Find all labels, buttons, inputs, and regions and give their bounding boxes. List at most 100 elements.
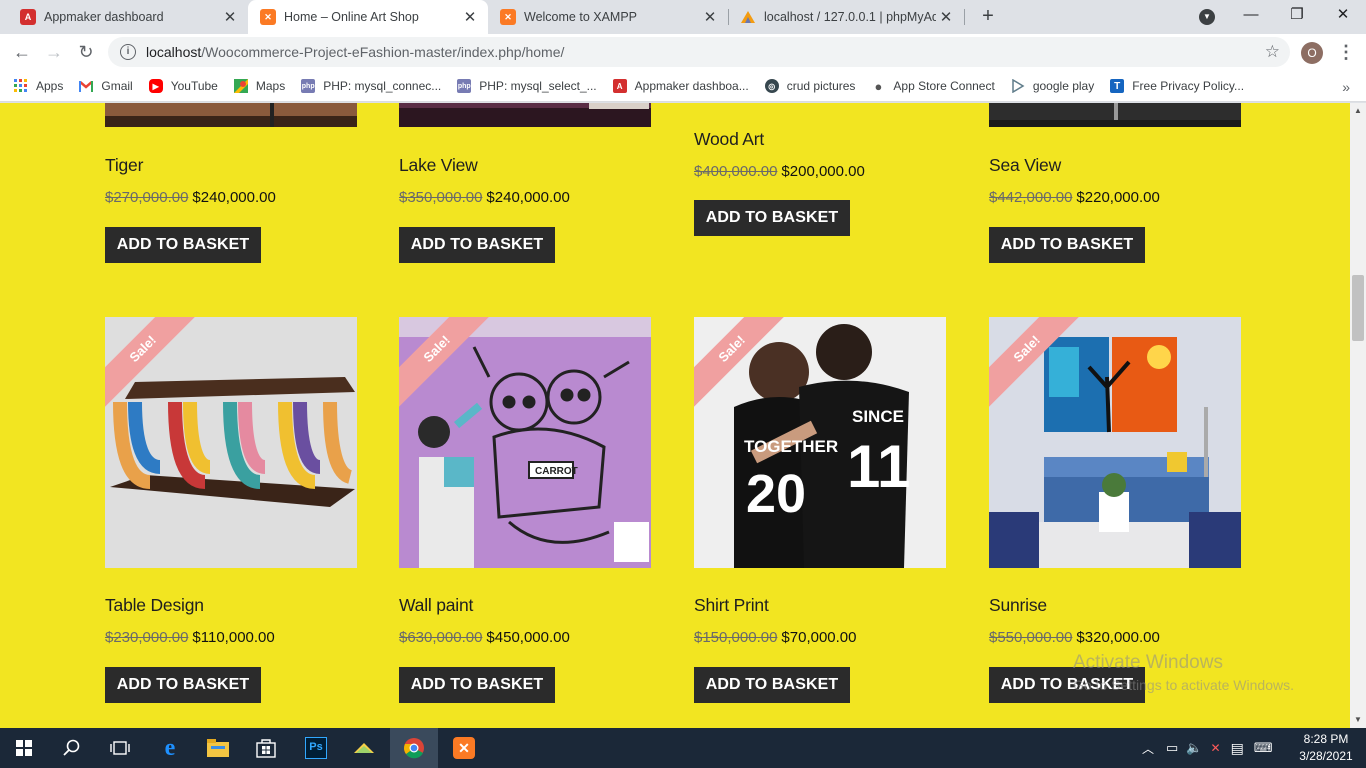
product-image-table-design[interactable]: Sale! — [105, 317, 357, 568]
product-price: $230,000.00 $110,000.00 — [105, 629, 275, 646]
product-name[interactable]: Wall paint — [399, 595, 473, 616]
product-image-tiger[interactable] — [105, 103, 357, 127]
search-icon[interactable] — [48, 728, 96, 768]
url-path: /Woocommerce-Project-eFashion-master/ind… — [201, 44, 565, 60]
apps-grid-icon — [14, 79, 28, 93]
tab-search-icon[interactable]: ▼ — [1199, 9, 1215, 25]
battery-icon[interactable]: ▭ — [1166, 740, 1178, 756]
sale-price: $200,000.00 — [781, 163, 865, 180]
bookmark-app-store-connect[interactable]: ● App Store Connect — [871, 79, 994, 94]
add-to-basket-button[interactable]: ADD TO BASKET — [399, 667, 555, 703]
windows-start-icon[interactable] — [0, 728, 48, 768]
scrollbar-thumb[interactable] — [1352, 275, 1364, 341]
reload-icon[interactable]: ↻ — [72, 38, 100, 66]
add-to-basket-button[interactable]: ADD TO BASKET — [989, 227, 1145, 263]
google-play-icon — [1011, 79, 1025, 93]
bookmark-php-connect[interactable]: php PHP: mysql_connec... — [301, 79, 441, 93]
system-tray: ︿ ▭ 🔈 ✕ ▤ ⌨ — [1142, 728, 1273, 768]
sticky-app-icon[interactable] — [340, 728, 388, 768]
window-close-button[interactable]: ✕ — [1320, 0, 1366, 32]
edge-browser-icon[interactable]: e — [146, 728, 194, 768]
add-to-basket-button[interactable]: ADD TO BASKET — [694, 667, 850, 703]
new-tab-button[interactable]: + — [976, 4, 1000, 28]
bookmark-label: crud pictures — [786, 79, 856, 93]
restore-button[interactable]: ❐ — [1274, 0, 1320, 32]
close-icon[interactable]: ✕ — [700, 8, 720, 26]
chevron-up-icon[interactable]: ︿ — [1142, 740, 1154, 757]
volume-icon[interactable]: 🔈 — [1186, 740, 1202, 756]
profile-avatar[interactable]: O — [1301, 42, 1323, 64]
add-to-basket-button[interactable]: ADD TO BASKET — [105, 227, 261, 263]
product-price: $150,000.00 $70,000.00 — [694, 629, 857, 646]
tab-online-art-shop[interactable]: ✕ Home – Online Art Shop ✕ — [248, 0, 488, 34]
product-image-shirt-print[interactable]: TOGETHER 20 SINCE 11 Sale! — [694, 317, 946, 568]
browser-menu-icon[interactable]: ⋮ — [1334, 39, 1358, 65]
clock-date: 3/28/2021 — [1299, 749, 1353, 763]
bookmark-free-privacy-policy[interactable]: T Free Privacy Policy... — [1110, 79, 1244, 93]
tab-welcome-xampp[interactable]: ✕ Welcome to XAMPP ✕ — [488, 0, 728, 34]
close-icon[interactable]: ✕ — [936, 8, 956, 26]
product-name[interactable]: Wood Art — [694, 129, 764, 150]
product-name[interactable]: Sea View — [989, 155, 1061, 176]
bookmark-google-play[interactable]: google play — [1011, 79, 1094, 93]
product-price: $400,000.00 $200,000.00 — [694, 163, 865, 180]
close-icon[interactable]: ✕ — [220, 8, 240, 26]
xampp-icon[interactable]: ✕ — [440, 728, 488, 768]
tab-phpmyadmin[interactable]: localhost / 127.0.0.1 | phpMyAdm ✕ — [728, 0, 964, 34]
product-image-lake-view[interactable] — [399, 103, 651, 127]
scroll-up-arrow-icon[interactable]: ▲ — [1350, 103, 1366, 119]
product-price: $550,000.00 $320,000.00 — [989, 629, 1160, 646]
bookmark-star-icon[interactable]: ☆ — [1265, 42, 1280, 62]
add-to-basket-button[interactable]: ADD TO BASKET — [105, 667, 261, 703]
add-to-basket-button[interactable]: ADD TO BASKET — [399, 227, 555, 263]
network-icon[interactable]: ✕ — [1211, 741, 1221, 755]
forward-arrow-icon[interactable]: → — [40, 38, 68, 66]
chrome-icon[interactable] — [390, 728, 438, 768]
bookmark-maps[interactable]: Maps — [233, 79, 285, 93]
shirt-text: TOGETHER — [744, 437, 838, 456]
minimize-button[interactable]: — — [1228, 0, 1274, 32]
notification-icon[interactable]: ▤ — [1231, 740, 1244, 757]
shirt-number: 20 — [746, 464, 806, 524]
bookmark-youtube[interactable]: ▶ YouTube — [148, 79, 218, 93]
add-to-basket-button[interactable]: ADD TO BASKET — [694, 200, 850, 236]
chevron-right-icon[interactable]: » — [1342, 79, 1350, 95]
address-bar[interactable]: i localhost/Woocommerce-Project-eFashion… — [108, 37, 1290, 67]
product-image-sunrise[interactable]: Sale! — [989, 317, 1241, 568]
product-price: $442,000.00 $220,000.00 — [989, 189, 1160, 206]
close-icon[interactable]: ✕ — [460, 8, 480, 26]
tab-appmaker[interactable]: A Appmaker dashboard ✕ — [8, 0, 248, 34]
back-arrow-icon[interactable]: ← — [8, 38, 36, 66]
product-name[interactable]: Lake View — [399, 155, 478, 176]
photoshop-icon[interactable]: Ps — [292, 728, 340, 768]
product-name[interactable]: Tiger — [105, 155, 143, 176]
sale-price: $240,000.00 — [486, 189, 570, 206]
scroll-down-arrow-icon[interactable]: ▼ — [1350, 712, 1366, 728]
windows-taskbar: e Ps ✕ ︿ ▭ 🔈 ✕ ▤ ⌨ 8:28 PM 3/28/2021 — [0, 728, 1366, 768]
sale-price: $220,000.00 — [1076, 189, 1160, 206]
task-view-icon[interactable] — [96, 728, 144, 768]
product-name[interactable]: Table Design — [105, 595, 204, 616]
store-icon[interactable] — [242, 728, 290, 768]
bookmark-appmaker[interactable]: A Appmaker dashboa... — [612, 79, 749, 93]
product-price: $630,000.00 $450,000.00 — [399, 629, 570, 646]
product-name[interactable]: Sunrise — [989, 595, 1047, 616]
bookmark-gmail[interactable]: Gmail — [79, 79, 133, 93]
keyboard-icon[interactable]: ⌨ — [1254, 740, 1273, 756]
photoshop-label: Ps — [305, 737, 327, 759]
taskbar-clock[interactable]: 8:28 PM 3/28/2021 — [1296, 731, 1356, 765]
product-name[interactable]: Shirt Print — [694, 595, 769, 616]
product-image-sea-view[interactable] — [989, 103, 1241, 127]
file-explorer-icon[interactable] — [194, 728, 242, 768]
sale-price: $240,000.00 — [192, 189, 276, 206]
sale-price: $450,000.00 — [486, 629, 570, 646]
page-scrollbar[interactable]: ▲ ▼ — [1350, 103, 1366, 728]
bookmark-php-select[interactable]: php PHP: mysql_select_... — [457, 79, 597, 93]
old-price: $630,000.00 — [399, 629, 483, 646]
bookmark-crud-pictures[interactable]: ◎ crud pictures — [764, 79, 856, 93]
gmail-icon — [79, 79, 94, 93]
site-info-icon[interactable]: i — [120, 44, 136, 60]
bookmark-apps[interactable]: Apps — [14, 79, 63, 93]
url-text[interactable]: localhost/Woocommerce-Project-eFashion-m… — [146, 44, 564, 60]
product-image-wall-paint[interactable]: CARROT Sale! — [399, 317, 651, 568]
